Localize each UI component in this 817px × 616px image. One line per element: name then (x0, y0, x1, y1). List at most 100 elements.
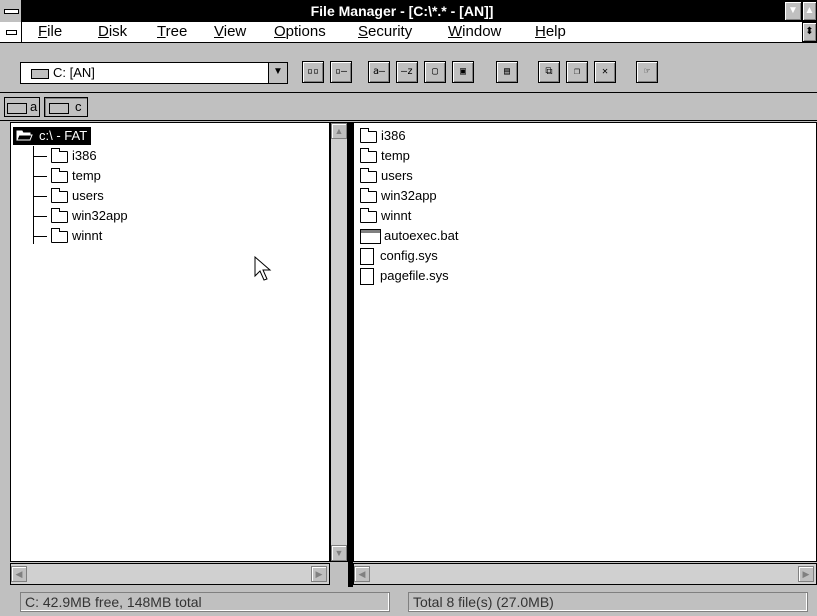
menu-security[interactable]: Security (358, 22, 412, 42)
scroll-down-button[interactable]: ▼ (331, 545, 347, 561)
delete-icon: ✕ (601, 66, 609, 77)
menu-tree[interactable]: Tree (157, 22, 187, 42)
file-list-item[interactable]: autoexec.bat (360, 227, 458, 245)
system-menu-button[interactable] (0, 0, 22, 22)
program-file-icon (360, 229, 381, 245)
file-list-pane[interactable]: i386 temp users win32app winnt autoexec.bat co… (353, 122, 817, 562)
folder-icon (51, 227, 68, 243)
scroll-left-button[interactable]: ◀ (11, 566, 27, 582)
tree-item-label: win32app (72, 208, 128, 223)
sort-by-type-button[interactable]: –z (396, 61, 418, 83)
restore-button[interactable]: ⬍ (802, 22, 817, 42)
open-folder-icon (16, 129, 33, 141)
menu-disk[interactable]: Disk (98, 22, 127, 42)
minimize-button[interactable]: ▼ (784, 1, 802, 21)
menu-label-rest: ile (47, 23, 63, 40)
drive-bar: a c (0, 94, 817, 121)
drive-select[interactable]: C: [AN] ▼ (20, 62, 288, 84)
menu-bar: File Disk Tree View Options Security Window Hel… (0, 22, 817, 43)
menu-mnemonic: W (448, 23, 463, 40)
document-file-icon (360, 248, 374, 266)
tree-item-label: i386 (72, 148, 97, 163)
tree-item[interactable]: users (51, 187, 104, 205)
toolbar: C: [AN] ▼ ▫▫ ▫– a– –z ▢ ▣ ▤ ⧉ ❐ ✕ ☞ (0, 43, 817, 93)
directory-tree-pane[interactable]: c:\ - FAT i386 temp users win32app winnt (10, 122, 330, 562)
document-system-menu-button[interactable] (0, 22, 22, 42)
document-file-icon (360, 268, 374, 286)
drive-select-value: C: [AN] (53, 65, 95, 80)
menu-view[interactable]: View (214, 22, 246, 42)
view-details-button[interactable]: ▢ (424, 61, 446, 83)
scroll-down-icon: ▼ (334, 548, 344, 558)
file-list-item[interactable]: config.sys (360, 247, 438, 266)
scroll-up-button[interactable]: ▲ (331, 123, 347, 139)
drive-c-button[interactable]: c (44, 97, 88, 117)
menu-mnemonic: T (157, 23, 166, 40)
tree-root-label: c:\ - FAT (39, 128, 88, 143)
connect-network-drive-button[interactable]: ▫▫ (302, 61, 324, 83)
file-name: pagefile.sys (380, 268, 449, 283)
menu-options[interactable]: Options (274, 22, 326, 42)
scroll-right-button[interactable]: ▶ (798, 566, 814, 582)
tree-item[interactable]: temp (51, 167, 101, 185)
files-horizontal-scrollbar[interactable]: ◀ ▶ (353, 563, 817, 585)
mouse-pointer-icon (254, 255, 272, 282)
scroll-left-icon: ◀ (358, 569, 366, 579)
maximize-button[interactable]: ▲ (802, 1, 817, 21)
scroll-right-icon: ▶ (802, 569, 810, 579)
delete-button[interactable]: ✕ (594, 61, 616, 83)
menu-label-rest: ree (165, 23, 188, 40)
restore-icon: ⬍ (805, 26, 814, 37)
folder-icon (360, 147, 377, 163)
file-list-item[interactable]: temp (360, 147, 410, 165)
drive-a-button[interactable]: a (4, 97, 40, 117)
title-bar[interactable]: File Manager - [C:\*.* - [AN]] ▼ ▲ (0, 0, 817, 22)
tree-item[interactable]: win32app (51, 207, 128, 225)
new-window-button[interactable]: ▤ (496, 61, 518, 83)
folder-icon (51, 187, 68, 203)
menu-label-rest: indow (462, 23, 502, 40)
menu-mnemonic: S (358, 23, 369, 40)
file-list-item[interactable]: winnt (360, 207, 411, 225)
hard-drive-icon (49, 103, 69, 114)
disconnect-network-drive-button[interactable]: ▫– (330, 61, 352, 83)
scroll-up-icon: ▲ (334, 126, 344, 136)
status-bar: C: 42.9MB free, 148MB total Total 8 file… (0, 588, 817, 616)
tree-item-label: winnt (72, 228, 103, 243)
search-button[interactable]: ☞ (636, 61, 658, 83)
folder-icon (51, 147, 68, 163)
dropdown-arrow-icon[interactable]: ▼ (268, 63, 287, 83)
scroll-right-button[interactable]: ▶ (311, 566, 327, 582)
menu-help[interactable]: Help (535, 22, 566, 42)
file-list-item[interactable]: win32app (360, 187, 437, 205)
folder-icon (360, 127, 377, 143)
file-name: autoexec.bat (384, 228, 459, 243)
file-list-item[interactable]: pagefile.sys (360, 267, 449, 286)
folder-icon (51, 207, 68, 223)
tree-item[interactable]: i386 (51, 147, 97, 165)
menu-label-rest: ecurity (368, 23, 413, 40)
folder-icon (51, 167, 68, 183)
folder-icon (360, 167, 377, 183)
menu-window[interactable]: Window (448, 22, 501, 42)
file-list-item[interactable]: users (360, 167, 413, 185)
drive-c-label: c (75, 99, 82, 114)
menu-file[interactable]: File (38, 22, 62, 42)
sort-by-name-button[interactable]: a– (368, 61, 390, 83)
menu-label-rest: iew (223, 23, 247, 40)
scroll-left-button[interactable]: ◀ (354, 566, 370, 582)
drive-a-label: a (30, 99, 38, 114)
file-name: winnt (381, 208, 412, 223)
tree-vertical-scrollbar[interactable]: ▲ ▼ (330, 122, 348, 562)
file-list-item[interactable]: i386 (360, 127, 406, 145)
menu-mnemonic: F (38, 23, 48, 40)
move-button[interactable]: ❐ (566, 61, 588, 83)
menu-label-rest: elp (545, 23, 566, 40)
folder-icon (360, 207, 377, 223)
file-name: config.sys (380, 248, 438, 263)
tree-item[interactable]: winnt (51, 227, 102, 245)
tree-horizontal-scrollbar[interactable]: ◀ ▶ (10, 563, 330, 585)
copy-button[interactable]: ⧉ (538, 61, 560, 83)
tree-item-label: temp (72, 168, 101, 183)
view-all-button[interactable]: ▣ (452, 61, 474, 83)
